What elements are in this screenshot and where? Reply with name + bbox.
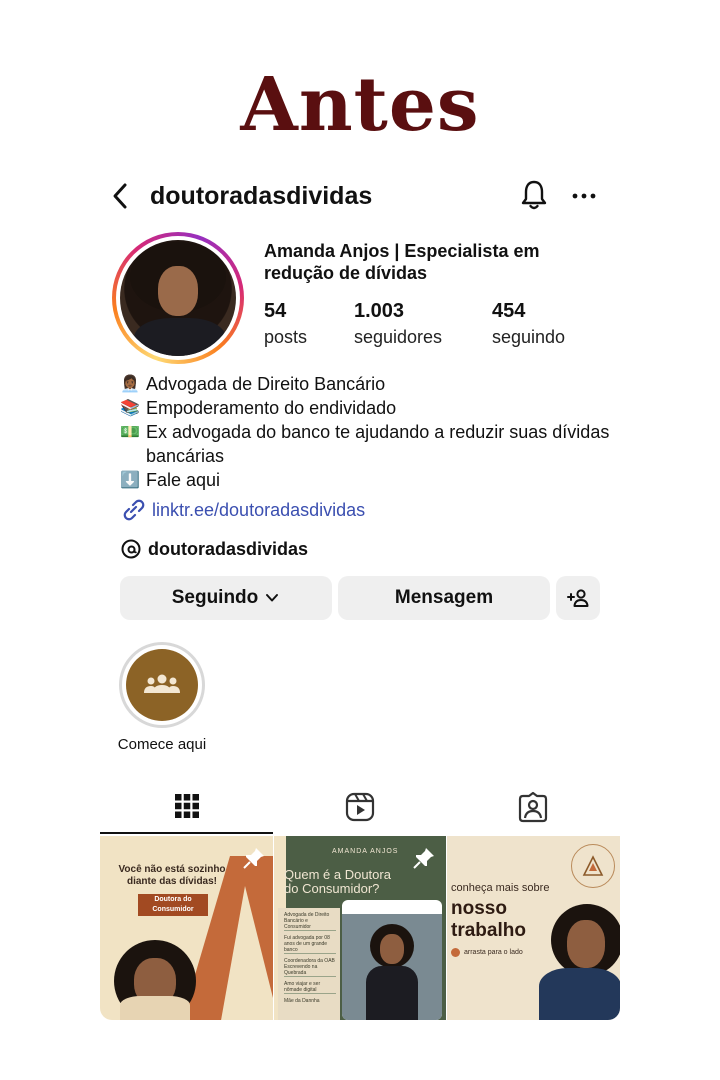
phone-mockup bbox=[342, 900, 442, 1020]
profile-bio: 👩🏾‍💼 Advogada de Direito Bancário 📚 Empo… bbox=[120, 372, 610, 522]
following-button[interactable]: Seguindo bbox=[120, 576, 332, 620]
story-highlight[interactable]: Comece aqui bbox=[112, 642, 212, 753]
link-icon bbox=[123, 499, 145, 521]
bio-line: 📚 Empoderamento do endividado bbox=[120, 396, 610, 420]
profile-tabs bbox=[100, 780, 620, 836]
reels-icon bbox=[345, 792, 374, 822]
message-button-label: Mensagem bbox=[394, 587, 494, 608]
instagram-profile-screenshot: doutoradasdividas Amanda Anjos | Especia… bbox=[100, 160, 620, 1020]
bio-line: 💵 Ex advogada do banco te ajudando a red… bbox=[120, 420, 610, 468]
profile-display-name: Amanda Anjos | Especialista em redução d… bbox=[264, 241, 540, 283]
stat-posts[interactable]: 54 posts bbox=[264, 300, 307, 348]
profile-avatar bbox=[120, 240, 236, 356]
suggest-people-button[interactable] bbox=[556, 576, 600, 620]
stat-posts-count: 54 bbox=[264, 300, 287, 322]
arrow-icon bbox=[451, 948, 460, 957]
brand-seal bbox=[571, 844, 615, 888]
post-headline-line2: trabalho bbox=[451, 920, 526, 941]
person-outfit bbox=[366, 966, 418, 1020]
bio-line: ⬇️ Fale aqui bbox=[120, 468, 610, 492]
post-cta-text: arrasta para o lado bbox=[464, 949, 523, 956]
post-list-item: Mãe da Dannha bbox=[284, 998, 320, 1004]
following-button-label: Seguindo bbox=[171, 587, 259, 608]
down-arrow-emoji-icon: ⬇️ bbox=[120, 470, 140, 489]
profile-story-ring[interactable] bbox=[112, 232, 244, 364]
person-outfit bbox=[539, 968, 620, 1020]
post-headline: Você não está sozinho diante das dívidas… bbox=[118, 864, 226, 887]
person-face bbox=[380, 934, 404, 964]
stat-followers[interactable]: 1.003 seguidores bbox=[354, 300, 442, 348]
threads-icon bbox=[121, 539, 141, 559]
post-list-item: Amo viajar e ser nômade digital bbox=[284, 981, 336, 994]
back-arrow-icon[interactable] bbox=[108, 180, 132, 212]
post-list-item: Advogada de Direito Bancário e Consumido… bbox=[284, 912, 336, 931]
money-emoji-icon: 💵 bbox=[120, 422, 140, 441]
post-pretitle: conheça mais sobre bbox=[451, 882, 550, 894]
tab-grid[interactable] bbox=[100, 780, 273, 834]
bio-external-link[interactable]: linktr.ee/doutoradasdividas bbox=[120, 498, 610, 522]
highlight-label: Comece aqui bbox=[117, 736, 207, 753]
books-emoji-icon: 📚 bbox=[120, 398, 140, 417]
header-username: doutoradasdividas bbox=[150, 182, 373, 210]
post-brand: AMANDA ANJOS bbox=[332, 848, 399, 855]
pin-icon bbox=[413, 848, 434, 869]
person-outfit bbox=[120, 996, 190, 1020]
tab-reels[interactable] bbox=[273, 780, 446, 834]
post-headline: Quem é a Doutora do Consumidor? bbox=[284, 867, 391, 896]
post-list-item: Coordenadora da OAB Escrevendo na Quebra… bbox=[284, 958, 336, 977]
grid-post[interactable]: Você não está sozinho diante das dívidas… bbox=[100, 836, 273, 1020]
chevron-down-icon bbox=[266, 594, 279, 602]
person-face bbox=[567, 920, 605, 968]
threads-badge[interactable]: doutoradasdividas bbox=[120, 538, 308, 560]
tagged-user-icon bbox=[518, 791, 547, 823]
stat-followers-label: seguidores bbox=[354, 327, 443, 347]
post-list: Advogada de Direito Bancário e Consumido… bbox=[278, 908, 340, 1020]
page-title: Antes bbox=[240, 62, 480, 148]
stat-followers-count: 1.003 bbox=[354, 300, 405, 322]
post-grid: Você não está sozinho diante das dívidas… bbox=[100, 836, 620, 1020]
stat-following[interactable]: 454 seguindo bbox=[492, 300, 565, 348]
bio-line: 👩🏾‍💼 Advogada de Direito Bancário bbox=[120, 372, 610, 396]
stat-following-label: seguindo bbox=[492, 327, 566, 347]
lawyer-emoji-icon: 👩🏾‍💼 bbox=[120, 374, 140, 393]
group-people-icon bbox=[144, 674, 180, 693]
tab-tagged[interactable] bbox=[446, 780, 619, 834]
grid-icon bbox=[174, 794, 199, 818]
bio-text: Empoderamento do endividado bbox=[146, 398, 397, 418]
highlight-cover bbox=[126, 649, 198, 721]
bio-text: Fale aqui bbox=[146, 470, 221, 490]
post-headline-line1: nosso bbox=[451, 898, 507, 919]
grid-post[interactable]: AMANDA ANJOS Quem é a Doutora do Consumi… bbox=[274, 836, 446, 1020]
bio-link-text[interactable]: linktr.ee/doutoradasdividas bbox=[152, 498, 365, 522]
pin-icon bbox=[243, 848, 264, 869]
stat-posts-label: posts bbox=[264, 327, 308, 347]
bio-text: Ex advogada do banco te ajudando a reduz… bbox=[146, 422, 610, 466]
post-cta: arrasta para o lado bbox=[451, 948, 523, 957]
add-person-icon bbox=[567, 589, 589, 607]
bio-text: Advogada de Direito Bancário bbox=[146, 374, 386, 394]
stat-following-count: 454 bbox=[492, 300, 526, 322]
top-bar: doutoradasdividas bbox=[100, 176, 620, 216]
notification-bell-icon[interactable] bbox=[518, 178, 550, 212]
post-list-item: Fui advogada por 08 anos de um grande ba… bbox=[284, 935, 336, 954]
post-badge: Doutora do Consumidor bbox=[138, 894, 208, 916]
more-options-icon[interactable] bbox=[570, 178, 598, 212]
brand-logo-icon bbox=[582, 855, 604, 876]
grid-post[interactable]: conheça mais sobre nosso trabalho arrast… bbox=[447, 836, 620, 1020]
threads-handle: doutoradasdividas bbox=[148, 538, 309, 559]
message-button[interactable]: Mensagem bbox=[338, 576, 550, 620]
